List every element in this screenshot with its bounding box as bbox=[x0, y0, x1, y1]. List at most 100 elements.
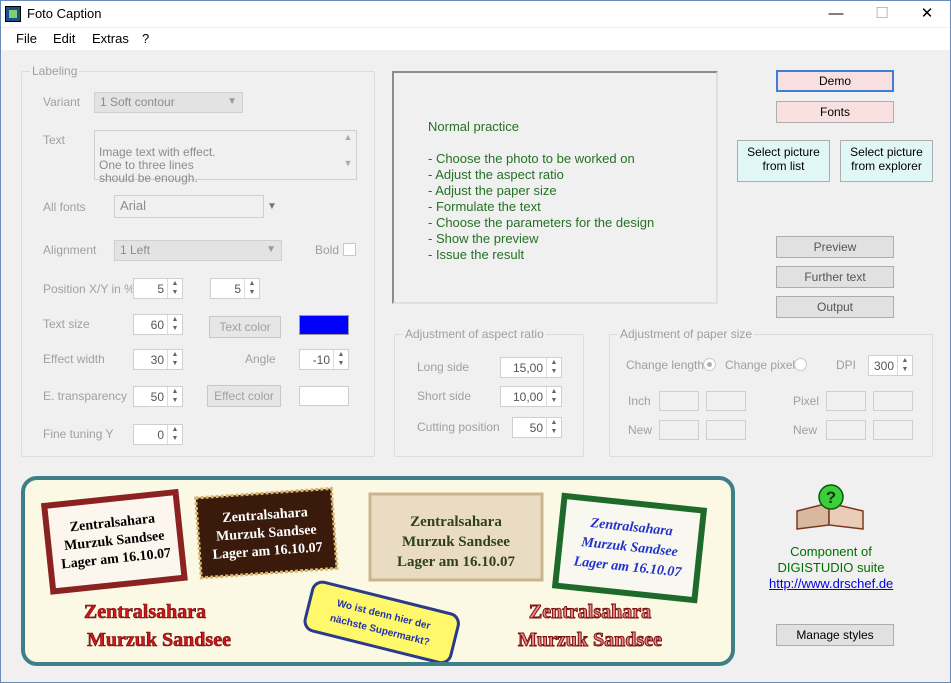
inch-height-field[interactable] bbox=[706, 391, 746, 411]
text-color-button[interactable]: Text color bbox=[209, 316, 281, 338]
menu-file[interactable]: File bbox=[16, 31, 37, 46]
text-color-swatch[interactable] bbox=[299, 315, 349, 335]
chevron-down-icon: ▼ bbox=[227, 96, 237, 107]
effect-width-label: Effect width bbox=[43, 352, 105, 366]
spin-arrows-icon[interactable]: ▲ ▼ bbox=[167, 279, 182, 298]
new-inch-height-field[interactable] bbox=[706, 420, 746, 440]
website-link[interactable]: http://www.drschef.de bbox=[769, 576, 893, 591]
info-panel: Normal practice - Choose the photo to be… bbox=[392, 71, 718, 304]
alignment-select[interactable]: 1 Left ▼ bbox=[114, 240, 282, 261]
angle-label: Angle bbox=[245, 352, 276, 366]
long-side-stepper[interactable]: 15,00 ▲ ▼ bbox=[500, 357, 562, 378]
variant-value: 1 Soft contour bbox=[100, 95, 175, 109]
spin-arrows-icon[interactable]: ▲ ▼ bbox=[244, 279, 259, 298]
text-size-label: Text size bbox=[43, 317, 90, 331]
label3-line: Zentralsahara bbox=[410, 514, 502, 530]
position-x-value: 5 bbox=[157, 282, 164, 296]
pixel-height-field[interactable] bbox=[873, 391, 913, 411]
select-list-label-1: Select picture bbox=[747, 145, 820, 159]
output-button[interactable]: Output bbox=[776, 296, 894, 318]
spin-arrows-icon[interactable]: ▲ ▼ bbox=[167, 315, 182, 334]
font-dropdown-icon[interactable]: ▼ bbox=[267, 201, 277, 212]
app-window: Foto Caption — ☐ ✕ File Edit Extras ? La… bbox=[0, 0, 951, 683]
info-step: - Adjust the aspect ratio bbox=[428, 167, 564, 182]
dpi-stepper[interactable]: 300 ▲ ▼ bbox=[868, 355, 913, 376]
select-from-list-button[interactable]: Select picture from list bbox=[737, 140, 830, 182]
angle-stepper[interactable]: -10 ▲ ▼ bbox=[299, 349, 349, 370]
bold-checkbox[interactable] bbox=[343, 243, 356, 256]
minimize-icon[interactable]: — bbox=[813, 1, 859, 27]
label-yellow-note: Wo ist denn hier der nächste Supermarkt? bbox=[303, 580, 460, 662]
info-step: - Show the preview bbox=[428, 231, 539, 246]
change-length-radio[interactable] bbox=[703, 358, 716, 371]
fonts-button[interactable]: Fonts bbox=[776, 101, 894, 123]
demo-button[interactable]: Demo bbox=[776, 70, 894, 92]
cutting-position-stepper[interactable]: 50 ▲ ▼ bbox=[512, 417, 562, 438]
outline-text-line: Murzuk Sandsee bbox=[518, 629, 662, 651]
font-select[interactable]: Arial bbox=[114, 195, 264, 218]
menu-extras[interactable]: Extras bbox=[92, 31, 129, 46]
alignment-label: Alignment bbox=[43, 243, 97, 257]
long-side-value: 15,00 bbox=[512, 361, 543, 375]
info-step: - Adjust the paper size bbox=[428, 183, 557, 198]
menu-help[interactable]: ? bbox=[142, 31, 149, 46]
textarea-scrollbar[interactable]: ▲ ▼ bbox=[340, 131, 356, 179]
app-icon[interactable] bbox=[5, 6, 21, 22]
label-red-frame: Zentralsahara Murzuk Sandsee Lager am 16… bbox=[40, 488, 188, 595]
transparency-stepper[interactable]: 50 ▲ ▼ bbox=[133, 386, 183, 407]
short-side-value: 10,00 bbox=[512, 390, 543, 404]
menu-edit[interactable]: Edit bbox=[53, 31, 75, 46]
fine-tuning-stepper[interactable]: 0 ▲ ▼ bbox=[133, 424, 183, 445]
bold-label: Bold bbox=[315, 243, 340, 257]
further-text-button[interactable]: Further text bbox=[776, 266, 894, 288]
variant-select[interactable]: 1 Soft contour ▼ bbox=[94, 92, 243, 113]
position-x-stepper[interactable]: 5 ▲ ▼ bbox=[133, 278, 183, 299]
text-label: Text bbox=[43, 133, 66, 147]
info-step: - Choose the parameters for the design bbox=[428, 215, 655, 230]
change-pixel-radio[interactable] bbox=[794, 358, 807, 371]
spin-arrows-icon[interactable]: ▲ ▼ bbox=[546, 387, 561, 406]
caption-textarea[interactable]: Image text with effect. One to three lin… bbox=[94, 130, 357, 185]
change-length-label: Change length bbox=[626, 358, 705, 372]
dpi-label: DPI bbox=[836, 358, 857, 372]
angle-value: -10 bbox=[312, 353, 330, 367]
effect-width-stepper[interactable]: 30 ▲ ▼ bbox=[133, 349, 183, 370]
cutting-position-label: Cutting position bbox=[417, 420, 500, 434]
spin-arrows-icon[interactable]: ▲ ▼ bbox=[167, 350, 182, 369]
label3-line: Murzuk Sandsee bbox=[402, 534, 510, 550]
spin-arrows-icon[interactable]: ▲ ▼ bbox=[897, 356, 912, 375]
dpi-value: 300 bbox=[873, 359, 894, 373]
spin-arrows-icon[interactable]: ▲ ▼ bbox=[167, 425, 182, 444]
label-green-frame: Zentralsahara Murzuk Sandsee Lager am 16… bbox=[551, 492, 708, 604]
select-list-label-2: from list bbox=[762, 159, 805, 173]
red-text-line: Zentralsahara bbox=[84, 601, 206, 623]
info-heading: Normal practice bbox=[428, 119, 520, 134]
spin-arrows-icon[interactable]: ▲ ▼ bbox=[546, 418, 561, 437]
effect-color-swatch[interactable] bbox=[299, 386, 349, 406]
text-size-value: 60 bbox=[150, 318, 164, 332]
fine-tuning-label: Fine tuning Y bbox=[43, 427, 114, 441]
component-line-1: Component of bbox=[790, 544, 872, 559]
effect-color-button[interactable]: Effect color bbox=[207, 385, 281, 407]
close-icon[interactable]: ✕ bbox=[904, 1, 950, 27]
new-pixel-width-field[interactable] bbox=[826, 420, 866, 440]
preview-button[interactable]: Preview bbox=[776, 236, 894, 258]
transparency-value: 50 bbox=[150, 390, 164, 404]
outline-text-line: Zentralsahara bbox=[529, 601, 651, 623]
spin-arrows-icon[interactable]: ▲ ▼ bbox=[546, 358, 561, 377]
spin-arrows-icon[interactable]: ▲ ▼ bbox=[333, 350, 348, 369]
title-bar: Foto Caption — ☐ ✕ bbox=[1, 1, 950, 27]
short-side-label: Short side bbox=[417, 389, 472, 403]
select-from-explorer-button[interactable]: Select picture from explorer bbox=[840, 140, 933, 182]
manage-styles-button[interactable]: Manage styles bbox=[776, 624, 894, 646]
pixel-width-field[interactable] bbox=[826, 391, 866, 411]
inch-width-field[interactable] bbox=[659, 391, 699, 411]
spin-arrows-icon[interactable]: ▲ ▼ bbox=[167, 387, 182, 406]
text-size-stepper[interactable]: 60 ▲ ▼ bbox=[133, 314, 183, 335]
maximize-icon[interactable]: ☐ bbox=[859, 1, 905, 27]
new-pixel-height-field[interactable] bbox=[873, 420, 913, 440]
position-y-value: 5 bbox=[234, 282, 241, 296]
position-y-stepper[interactable]: 5 ▲ ▼ bbox=[210, 278, 260, 299]
short-side-stepper[interactable]: 10,00 ▲ ▼ bbox=[500, 386, 562, 407]
new-inch-width-field[interactable] bbox=[659, 420, 699, 440]
